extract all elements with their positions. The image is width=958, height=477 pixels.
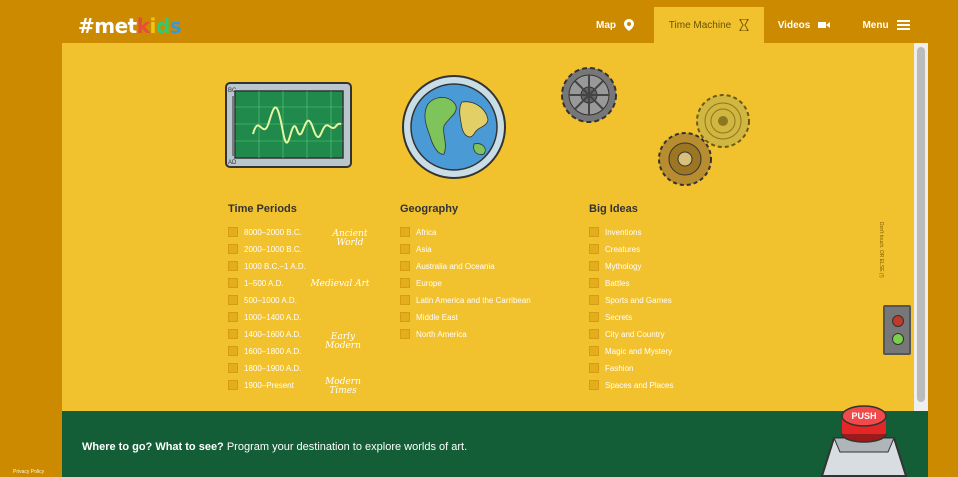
globe-icon <box>402 75 506 179</box>
geography-option[interactable]: Europe <box>400 278 442 288</box>
time-period-option[interactable]: 1600–1800 A.D. <box>228 346 301 356</box>
checkbox[interactable] <box>589 363 599 373</box>
checkbox[interactable] <box>589 261 599 271</box>
checkbox[interactable] <box>589 346 599 356</box>
big-idea-option[interactable]: City and Country <box>589 329 665 339</box>
nav-time-machine[interactable]: Time Machine <box>654 7 764 43</box>
geography-option[interactable]: Africa <box>400 227 436 237</box>
geography-option[interactable]: North America <box>400 329 467 339</box>
checkbox[interactable] <box>400 329 410 339</box>
privacy-policy-link[interactable]: Privacy Policy <box>13 469 44 475</box>
time-period-option[interactable]: 1400–1600 A.D. <box>228 329 301 339</box>
big-idea-option[interactable]: Creatures <box>589 244 640 254</box>
geography-title: Geography <box>400 203 459 215</box>
time-period-option[interactable]: 1900–Present <box>228 380 294 390</box>
checkbox[interactable] <box>589 329 599 339</box>
scrollbar[interactable] <box>914 43 928 411</box>
checkbox[interactable] <box>228 329 238 339</box>
gear-icon-top <box>561 67 617 123</box>
big-idea-option[interactable]: Inventions <box>589 227 641 237</box>
checkbox[interactable] <box>400 312 410 322</box>
big-idea-option[interactable]: Secrets <box>589 312 632 322</box>
checkbox[interactable] <box>400 278 410 288</box>
era-label-early-modern: Early Modern <box>325 332 361 351</box>
hourglass-icon <box>739 19 749 31</box>
push-button[interactable]: PUSH <box>816 398 912 477</box>
checkbox[interactable] <box>228 295 238 305</box>
nav-map[interactable]: Map <box>576 7 654 43</box>
nav-videos-label: Videos <box>777 19 811 31</box>
era-label-modern: Modern Times <box>325 377 361 396</box>
nav-videos[interactable]: Videos <box>764 7 844 43</box>
scrollbar-thumb[interactable] <box>917 47 925 402</box>
checkbox[interactable] <box>228 278 238 288</box>
time-period-option[interactable]: 1000 B.C.–1 A.D. <box>228 261 306 271</box>
checkbox[interactable] <box>228 380 238 390</box>
checkbox[interactable] <box>400 261 410 271</box>
checkbox[interactable] <box>228 261 238 271</box>
time-period-option[interactable]: 8000–2000 B.C. <box>228 227 302 237</box>
big-idea-option[interactable]: Magic and Mystery <box>589 346 672 356</box>
geography-option[interactable]: Australia and Oceania <box>400 261 495 271</box>
nav-time-machine-label: Time Machine <box>668 19 732 31</box>
push-label: PUSH <box>851 411 876 421</box>
top-navigation-bar: #metkids Map Time Machine Videos Menu <box>62 7 928 43</box>
nav-menu-label: Menu <box>862 19 889 31</box>
metkids-logo[interactable]: #metkids <box>78 14 182 38</box>
checkbox[interactable] <box>228 227 238 237</box>
bottom-bar: Where to go? What to see? Program your d… <box>62 411 928 477</box>
era-label-medieval: Medieval Art <box>310 279 370 289</box>
video-camera-icon <box>818 22 831 28</box>
checkbox[interactable] <box>589 227 599 237</box>
green-light-icon <box>892 333 904 345</box>
checkbox[interactable] <box>400 295 410 305</box>
big-ideas-title: Big Ideas <box>589 203 638 215</box>
red-light-icon <box>892 315 904 327</box>
geography-option[interactable]: Middle East <box>400 312 458 322</box>
warning-text: Don't touch. OR ELSE (!) <box>878 222 884 278</box>
tagline: Where to go? What to see? Program your d… <box>82 441 468 453</box>
time-period-option[interactable]: 1800–1900 A.D. <box>228 363 301 373</box>
big-idea-option[interactable]: Mythology <box>589 261 641 271</box>
svg-text:AD: AD <box>228 160 237 166</box>
checkbox[interactable] <box>589 295 599 305</box>
big-idea-option[interactable]: Fashion <box>589 363 633 373</box>
nav-menu[interactable]: Menu <box>844 7 928 43</box>
checkbox[interactable] <box>589 380 599 390</box>
hamburger-menu-icon <box>896 20 910 30</box>
checkbox[interactable] <box>589 244 599 254</box>
era-label-ancient: Ancient World <box>332 229 368 248</box>
time-period-option[interactable]: 1–500 A.D. <box>228 278 284 288</box>
gear-icon-bottom <box>658 132 712 186</box>
checkbox[interactable] <box>228 312 238 322</box>
time-period-option[interactable]: 1000–1400 A.D. <box>228 312 301 322</box>
svg-text:BC: BC <box>228 88 237 94</box>
checkbox[interactable] <box>589 278 599 288</box>
map-pin-icon <box>624 19 634 31</box>
time-period-option[interactable]: 2000–1000 B.C. <box>228 244 302 254</box>
time-period-option[interactable]: 500–1000 A.D. <box>228 295 297 305</box>
geography-option[interactable]: Asia <box>400 244 432 254</box>
signal-light-box <box>883 305 911 355</box>
nav-map-label: Map <box>596 19 616 31</box>
time-periods-title: Time Periods <box>228 203 297 215</box>
big-idea-option[interactable]: Spaces and Places <box>589 380 674 390</box>
checkbox[interactable] <box>228 346 238 356</box>
big-idea-option[interactable]: Sports and Games <box>589 295 672 305</box>
checkbox[interactable] <box>589 312 599 322</box>
big-idea-option[interactable]: Battles <box>589 278 629 288</box>
time-monitor-icon: BC AD <box>225 82 352 168</box>
checkbox[interactable] <box>228 363 238 373</box>
checkbox[interactable] <box>228 244 238 254</box>
geography-option[interactable]: Latin America and the Carribean <box>400 295 531 305</box>
checkbox[interactable] <box>400 227 410 237</box>
checkbox[interactable] <box>400 244 410 254</box>
